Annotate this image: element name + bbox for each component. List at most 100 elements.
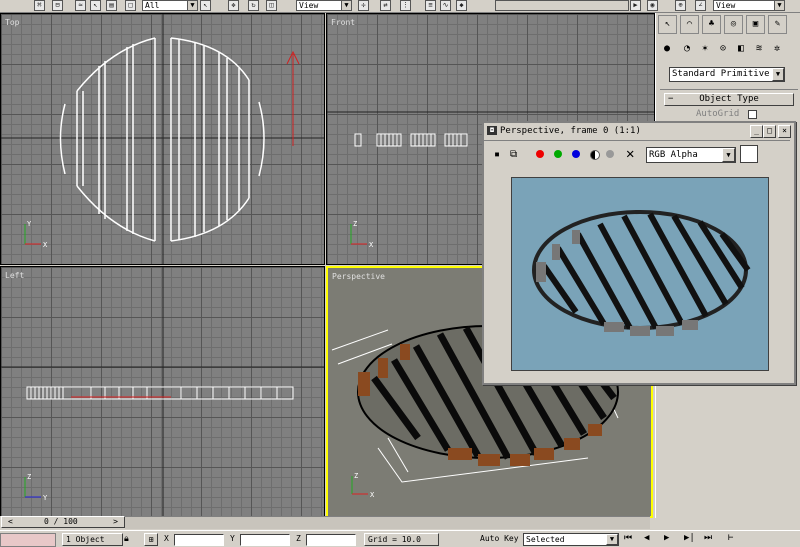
grid-readout: Grid = 10.0	[364, 533, 439, 546]
svg-text:X: X	[369, 241, 374, 249]
svg-text:Y: Y	[43, 494, 48, 502]
modify-tab-icon[interactable]: ⌒	[680, 15, 699, 34]
svg-text:Z: Z	[27, 473, 31, 481]
chevron-down-icon: ▼	[187, 1, 197, 10]
object-type-rollout[interactable]: − Object Type	[664, 93, 794, 106]
minimize-button[interactable]: _	[750, 125, 763, 138]
frame-window-title: Perspective, frame 0 (1:1)	[500, 126, 641, 136]
svg-text:Y: Y	[27, 220, 32, 228]
z-coordinate-field[interactable]	[306, 534, 356, 546]
named-selection-field[interactable]	[495, 0, 629, 11]
key-filter-dropdown[interactable]: Selected ▼	[523, 533, 619, 546]
absolute-mode-icon[interactable]: ⊞	[144, 533, 158, 546]
select-by-name-icon[interactable]: ▤	[106, 0, 117, 11]
alpha-channel-icon[interactable]	[590, 150, 600, 160]
frame-counter: 0 / 100	[44, 517, 78, 526]
key-mode-icon[interactable]: ⊢	[728, 533, 733, 543]
chevron-down-icon: ▼	[772, 68, 784, 81]
pivot-icon[interactable]: ✢	[358, 0, 369, 11]
angle-snap-icon[interactable]: ∠	[695, 0, 706, 11]
ref-coord-value: View	[299, 1, 319, 10]
lights-icon[interactable]: ✶	[702, 43, 708, 54]
channel-dropdown[interactable]: RGB Alpha ▼	[646, 147, 736, 163]
next-frame-icon[interactable]: >	[113, 517, 118, 526]
autogrid-checkbox[interactable]	[748, 110, 757, 119]
prev-key-icon[interactable]: ◀	[644, 533, 649, 543]
y-coordinate-field[interactable]	[240, 534, 290, 546]
chevron-down-icon: ▼	[606, 534, 618, 545]
bind-icon[interactable]: ≈	[75, 0, 86, 11]
systems-icon[interactable]: ✲	[774, 43, 780, 54]
auto-key-button[interactable]: Auto Key	[480, 534, 519, 543]
category-dropdown[interactable]: Standard Primitive ▼	[669, 67, 785, 82]
curve-editor-icon[interactable]: ∿	[440, 0, 451, 11]
select-icon[interactable]: ↖	[90, 0, 101, 11]
divider	[484, 140, 790, 141]
select-object-icon[interactable]: ↖	[200, 0, 211, 11]
frame-window-titlebar[interactable]: ◘ Perspective, frame 0 (1:1) _ □ ×	[484, 123, 794, 139]
motion-tab-icon[interactable]: ◎	[724, 15, 743, 34]
time-slider-bar: < 0 / 100 >	[0, 516, 125, 528]
svg-text:X: X	[43, 241, 48, 249]
helpers-icon[interactable]: ◧	[738, 43, 744, 54]
material-editor-icon[interactable]: ◆	[456, 0, 467, 11]
snap-icon[interactable]: ⊕	[675, 0, 686, 11]
shapes-icon[interactable]: ◔	[684, 43, 690, 54]
red-channel-icon[interactable]	[536, 150, 544, 158]
green-channel-icon[interactable]	[554, 150, 562, 158]
region-select-icon[interactable]: □	[125, 0, 136, 11]
clone-icon[interactable]: ⧉	[510, 149, 517, 160]
key-filter-value: Selected	[526, 535, 565, 544]
spacewarps-icon[interactable]: ≋	[756, 43, 762, 54]
channel-value: RGB Alpha	[649, 150, 698, 160]
maximize-button[interactable]: □	[763, 125, 776, 138]
y-label: Y	[230, 534, 235, 543]
close-button[interactable]: ×	[778, 125, 791, 138]
viewport-top[interactable]: Top Y X	[0, 13, 325, 265]
x-coordinate-field[interactable]	[174, 534, 224, 546]
unlink-icon[interactable]: ⊟	[52, 0, 63, 11]
render-icon[interactable]: ▶	[630, 0, 641, 11]
cameras-icon[interactable]: ⊙	[720, 43, 726, 54]
align-icon[interactable]: ≡	[425, 0, 436, 11]
chevron-down-icon: ▼	[722, 148, 735, 162]
status-bar: 1 Object 🔒︎ ⊞ X Y Z Grid = 10.0 Auto Key…	[0, 530, 800, 547]
create-tab-icon[interactable]: ↖	[658, 15, 677, 34]
move-icon[interactable]: ✥	[228, 0, 239, 11]
play-icon[interactable]: ▶	[664, 533, 669, 543]
go-to-start-icon[interactable]: ⏮︎	[624, 533, 632, 543]
geometry-icon[interactable]: ●	[664, 43, 670, 54]
save-icon[interactable]: ▪	[494, 149, 500, 160]
collapse-icon: −	[668, 94, 674, 104]
divider	[660, 89, 798, 90]
rotate-icon[interactable]: ↻	[248, 0, 259, 11]
viewport-left[interactable]: Left Z Y	[0, 266, 325, 518]
track-bar[interactable]	[125, 516, 650, 529]
display-tab-icon[interactable]: ▣	[746, 15, 765, 34]
array-icon[interactable]: ⋮	[400, 0, 411, 11]
svg-text:X: X	[370, 491, 375, 499]
prev-frame-icon[interactable]: <	[8, 517, 13, 526]
lock-icon[interactable]: 🔒︎	[124, 534, 129, 544]
blue-channel-icon[interactable]	[572, 150, 580, 158]
link-icon[interactable]: ⌘	[34, 0, 45, 11]
ref-coord-dropdown-2[interactable]: View ▼	[713, 0, 785, 11]
monochrome-icon[interactable]	[606, 150, 614, 158]
mirror-icon[interactable]: ⇄	[380, 0, 391, 11]
selection-filter-dropdown[interactable]: All ▼	[142, 0, 198, 11]
clear-icon[interactable]: ✕	[626, 146, 634, 162]
time-slider[interactable]: < 0 / 100 >	[1, 516, 125, 528]
rendered-frame-window: ◘ Perspective, frame 0 (1:1) _ □ × ▪ ⧉ ✕…	[482, 121, 796, 385]
main-toolbar: ⌘ ⊟ ≈ ↖ ▤ □ All ▼ ↖ ✥ ↻ ◫ View ▼ ✢ ⇄ ⋮ ≡…	[0, 0, 800, 13]
color-swatch[interactable]	[740, 145, 758, 163]
go-to-end-icon[interactable]: ⏭︎	[704, 533, 712, 543]
ref-coord-dropdown[interactable]: View ▼	[296, 0, 352, 11]
hierarchy-tab-icon[interactable]: ♣	[702, 15, 721, 34]
svg-text:Z: Z	[354, 472, 358, 480]
utilities-tab-icon[interactable]: ✎	[768, 15, 787, 34]
next-key-icon[interactable]: ▶|	[684, 533, 695, 543]
scale-icon[interactable]: ◫	[266, 0, 277, 11]
quick-render-icon[interactable]: ◉	[647, 0, 658, 11]
chevron-down-icon: ▼	[341, 1, 351, 10]
x-label: X	[164, 534, 169, 543]
